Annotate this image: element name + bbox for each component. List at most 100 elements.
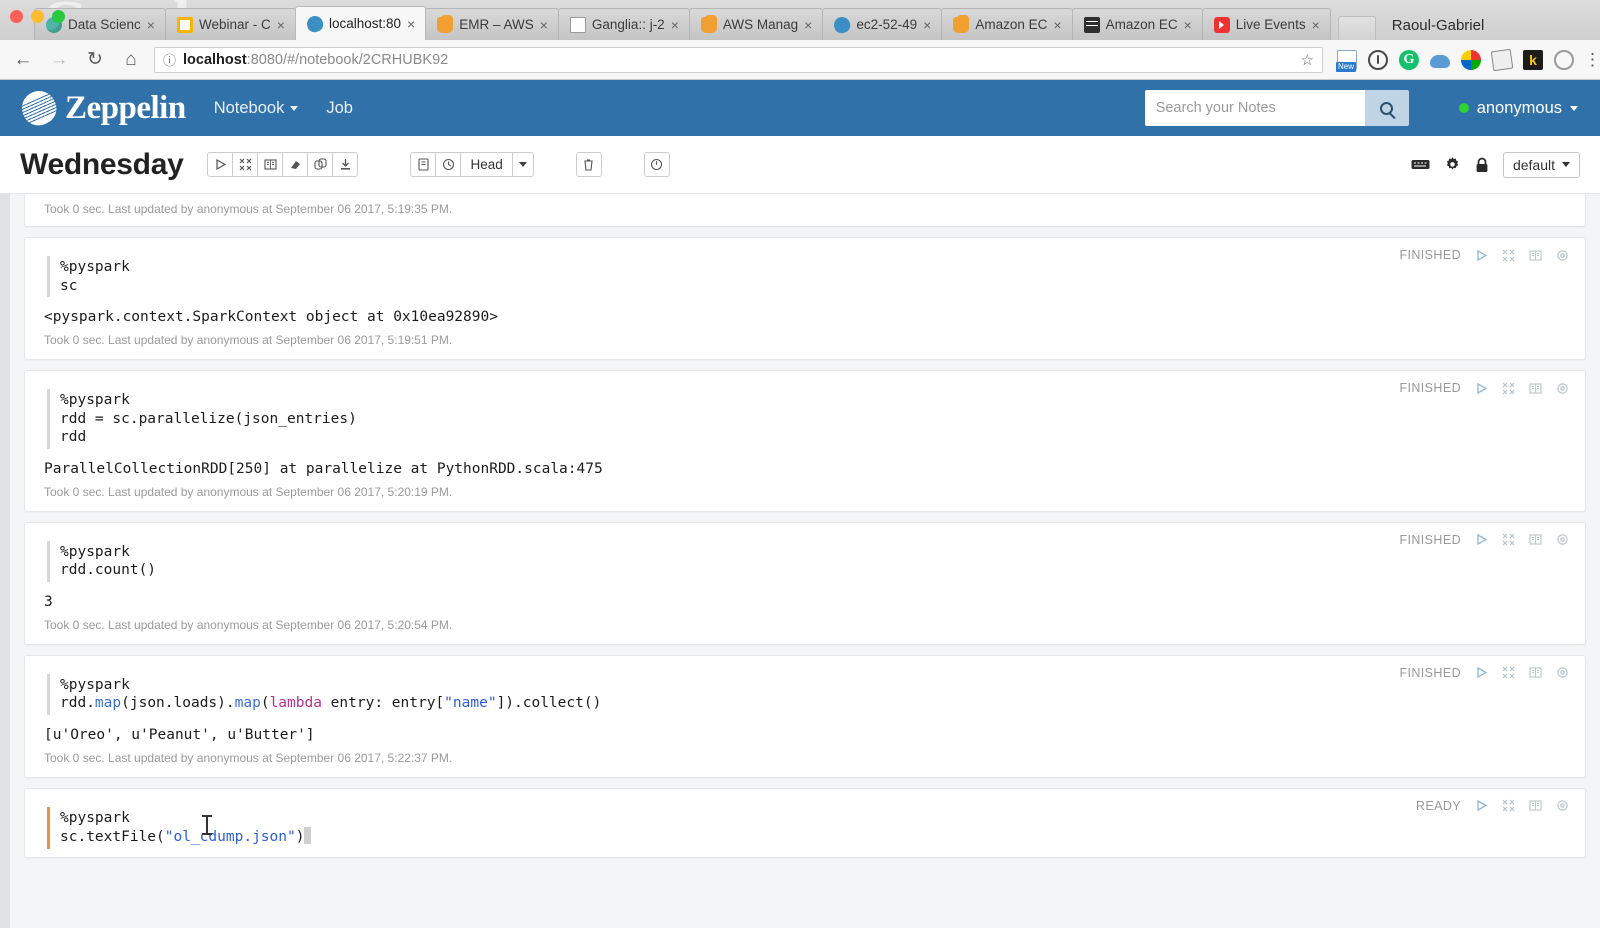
paragraph[interactable]: Took 0 sec. Last updated by anonymous at…: [24, 194, 1586, 227]
chrome-menu-icon[interactable]: ⋮: [1584, 51, 1600, 68]
screenshot-extension-icon[interactable]: [1336, 49, 1357, 72]
browser-profile-name[interactable]: Raoul-Gabriel: [1392, 17, 1485, 40]
grammarly-extension-icon[interactable]: G: [1399, 49, 1419, 70]
browser-tabs[interactable]: Data Scienc × Webinar - C × localhost:80 × EMR…: [34, 6, 1331, 40]
info-extension-icon[interactable]: [1368, 49, 1388, 70]
paragraph-code-editor[interactable]: %pyspark sc.textFile("ol_cdump.json"): [47, 806, 1567, 850]
run-paragraph-icon[interactable]: [1475, 249, 1488, 262]
color-ball-extension-icon[interactable]: [1461, 49, 1481, 70]
close-tab-icon[interactable]: ×: [804, 18, 812, 32]
chevron-down-icon[interactable]: [511, 152, 534, 177]
paragraph-code[interactable]: %pyspark rdd = sc.parallelize(json_entri…: [47, 389, 1567, 449]
paragraph-settings-icon[interactable]: [1556, 382, 1569, 395]
run-paragraph-icon[interactable]: [1475, 382, 1488, 395]
browser-tab[interactable]: Webinar - C ×: [164, 8, 296, 40]
browser-tab[interactable]: Amazon EC ×: [1071, 8, 1203, 40]
notebook-version-controls[interactable]: Head: [410, 152, 534, 177]
kite-extension-icon[interactable]: k: [1523, 49, 1543, 70]
close-tab-icon[interactable]: ×: [540, 18, 548, 32]
keyboard-shortcuts-icon[interactable]: [1411, 158, 1430, 171]
paragraph-controls[interactable]: FINISHED: [1399, 248, 1569, 262]
user-menu[interactable]: anonymous: [1458, 99, 1578, 118]
run-paragraph-icon[interactable]: [1475, 533, 1488, 546]
notes-extension-icon[interactable]: [1490, 48, 1514, 71]
interpreter-binding-selector[interactable]: Head: [460, 152, 513, 177]
delete-note-icon[interactable]: [575, 152, 602, 177]
paragraph-settings-icon[interactable]: [1556, 249, 1569, 262]
hide-output-icon[interactable]: [1529, 249, 1542, 262]
close-tab-icon[interactable]: ×: [277, 18, 285, 32]
search-input[interactable]: [1144, 90, 1365, 126]
paragraph[interactable]: FINISHED %pyspark sc <pyspark.context.Sp…: [24, 237, 1586, 361]
paragraph-controls[interactable]: FINISHED: [1399, 533, 1569, 547]
view-mode-selector[interactable]: default: [1502, 151, 1580, 178]
close-tab-icon[interactable]: ×: [671, 18, 679, 32]
reload-icon[interactable]: ↻: [82, 50, 108, 69]
page-title[interactable]: Wednesday: [20, 148, 184, 182]
notebook-paragraph-list[interactable]: Took 0 sec. Last updated by anonymous at…: [0, 194, 1600, 928]
clear-output-icon[interactable]: [282, 152, 309, 177]
paragraph[interactable]: FINISHED %pyspark rdd.count() 3 Took 0 s…: [24, 521, 1586, 645]
paragraph-controls[interactable]: FINISHED: [1399, 381, 1569, 395]
notebook-action-buttons[interactable]: [207, 152, 359, 177]
close-tab-icon[interactable]: ×: [1312, 18, 1320, 32]
home-icon[interactable]: ⌂: [118, 50, 144, 69]
hide-editor-icon[interactable]: [1502, 533, 1515, 546]
browser-tab[interactable]: AWS Manag ×: [688, 8, 824, 40]
hide-editor-icon[interactable]: [1502, 666, 1515, 679]
browser-tab[interactable]: Live Events ×: [1201, 8, 1331, 40]
run-paragraph-icon[interactable]: [1475, 666, 1488, 679]
zeppelin-brand[interactable]: Zeppelin: [16, 85, 186, 131]
close-window-button[interactable]: [10, 10, 23, 23]
paragraph[interactable]: FINISHED %pyspark rdd = sc.parallelize(j…: [24, 370, 1586, 512]
paragraph-active[interactable]: READY %pyspark sc.textFile("ol_cdump.jso…: [24, 787, 1586, 859]
note-permissions-icon[interactable]: [1475, 157, 1489, 173]
maximize-window-button[interactable]: [52, 10, 65, 23]
browser-tab[interactable]: EMR – AWS ×: [425, 8, 559, 40]
browser-tab[interactable]: localhost:80 ×: [294, 6, 427, 40]
circle-extension-icon[interactable]: [1554, 49, 1574, 70]
cloud-extension-icon[interactable]: [1430, 55, 1450, 68]
run-all-paragraphs-icon[interactable]: [207, 152, 234, 177]
address-bar[interactable]: ⓘ localhost:8080/#/notebook/2CRHUBK92 ☆: [154, 46, 1323, 73]
paragraph-settings-icon[interactable]: [1556, 666, 1569, 679]
browser-extensions[interactable]: Gk: [1333, 48, 1574, 72]
close-tab-icon[interactable]: ×: [1053, 18, 1061, 32]
minimize-window-button[interactable]: [31, 10, 44, 23]
interpreter-settings-icon[interactable]: [1444, 156, 1461, 173]
bookmark-star-icon[interactable]: ☆: [1301, 51, 1314, 69]
close-tab-icon[interactable]: ×: [1184, 18, 1192, 32]
new-tab-button[interactable]: [1337, 16, 1376, 40]
nav-job-link[interactable]: Job: [326, 99, 353, 118]
export-note-icon[interactable]: [332, 152, 359, 177]
search-button[interactable]: [1364, 90, 1409, 126]
show-hide-code-icon[interactable]: [257, 152, 284, 177]
site-info-icon[interactable]: ⓘ: [163, 50, 176, 69]
close-tab-icon[interactable]: ×: [147, 18, 155, 32]
back-icon[interactable]: ←: [10, 50, 36, 69]
paragraph-settings-icon[interactable]: [1556, 533, 1569, 546]
collapse-all-icon[interactable]: [232, 152, 259, 177]
browser-tab[interactable]: Amazon EC ×: [941, 8, 1073, 40]
paragraph-code[interactable]: %pyspark rdd.count(): [47, 540, 1567, 582]
clone-note-icon[interactable]: [307, 152, 334, 177]
hide-output-icon[interactable]: [1529, 533, 1542, 546]
hide-output-icon[interactable]: [1529, 382, 1542, 395]
nav-notebook-menu[interactable]: Notebook: [214, 99, 299, 118]
paragraph-code[interactable]: %pyspark rdd.map(json.loads).map(lambda …: [47, 673, 1567, 715]
paragraph[interactable]: FINISHED %pyspark rdd.map(json.loads).ma…: [24, 654, 1586, 778]
revision-history-icon[interactable]: [435, 152, 462, 177]
hide-output-icon[interactable]: [1529, 666, 1542, 679]
paragraph-controls[interactable]: FINISHED: [1399, 666, 1569, 680]
commit-note-icon[interactable]: [410, 152, 437, 177]
window-traffic-lights[interactable]: [10, 10, 65, 23]
note-search[interactable]: [1144, 90, 1409, 126]
hide-editor-icon[interactable]: [1502, 382, 1515, 395]
browser-tab[interactable]: Ganglia:: j-2 ×: [557, 8, 690, 40]
close-tab-icon[interactable]: ×: [407, 17, 415, 31]
paragraph-code[interactable]: %pyspark sc: [47, 256, 1567, 298]
close-tab-icon[interactable]: ×: [923, 18, 931, 32]
browser-tab[interactable]: ec2-52-49 ×: [822, 8, 943, 40]
hide-editor-icon[interactable]: [1502, 249, 1515, 262]
schedule-cron-icon[interactable]: [643, 152, 670, 177]
